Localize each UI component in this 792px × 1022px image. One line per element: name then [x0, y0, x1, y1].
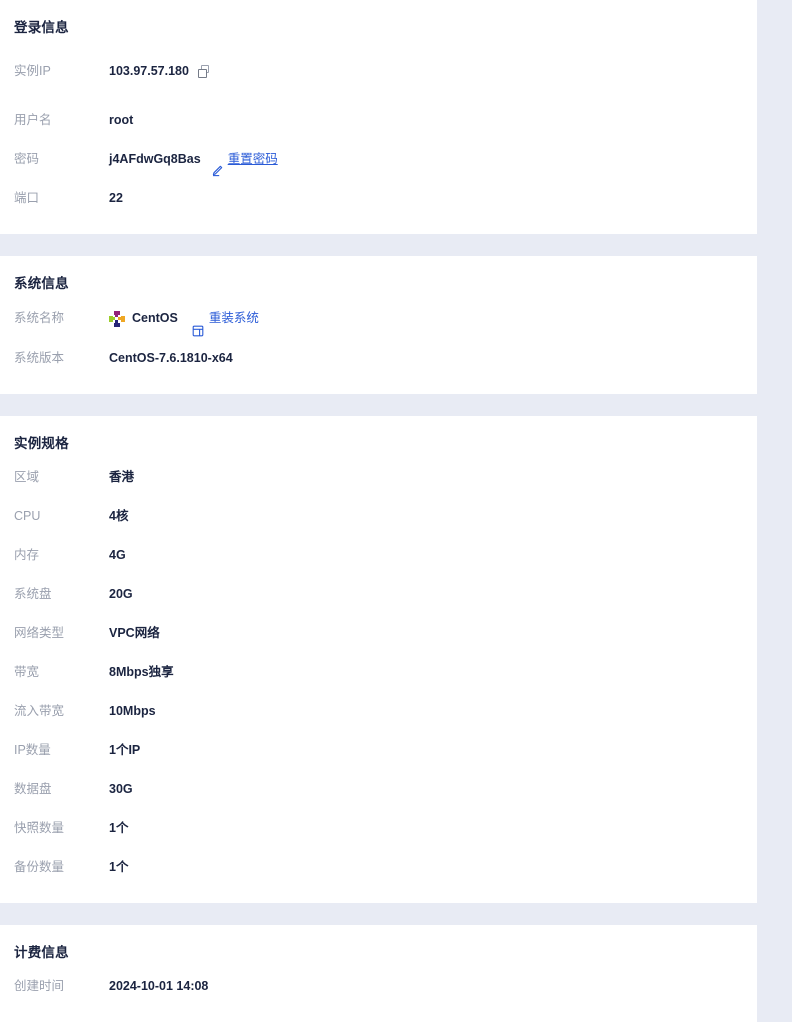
- row-value-text: 1个: [109, 860, 129, 874]
- section-title-billing-info: 计费信息: [14, 945, 69, 960]
- rows-system-info: 系统名称 CentOS 重装系统系统版本 CentOS-7.6.1810-x64: [14, 298, 743, 394]
- detail-row: 系统盘 20G: [14, 575, 743, 614]
- row-value: 20G: [109, 575, 133, 614]
- row-label: 流入带宽: [14, 704, 65, 718]
- section-gap: [0, 903, 792, 925]
- row-label: 网络类型: [14, 626, 65, 640]
- detail-row: 系统版本 CentOS-7.6.1810-x64: [14, 339, 743, 378]
- row-value-text: 10Mbps: [109, 704, 156, 718]
- pencil-icon[interactable]: [211, 154, 223, 176]
- row-label: 快照数量: [14, 821, 65, 835]
- card-billing-info: 计费信息创建时间 2024-10-01 14:08: [0, 925, 757, 1022]
- row-value: 4核: [109, 497, 128, 536]
- row-value-text: j4AFdwGq8Bas: [109, 152, 201, 166]
- section-title-login-info: 登录信息: [14, 20, 69, 35]
- row-label: 创建时间: [14, 979, 65, 993]
- detail-row: 网络类型 VPC网络: [14, 614, 743, 653]
- row-value-text: 2024-10-01 14:08: [109, 979, 209, 993]
- section-title-instance-spec: 实例规格: [14, 436, 69, 451]
- row-value-text: 香港: [109, 470, 135, 484]
- copy-icon[interactable]: [197, 65, 211, 78]
- row-value-text: 1个: [109, 821, 129, 835]
- row-value: 22: [109, 179, 123, 218]
- detail-row: 创建时间 2024-10-01 14:08: [14, 967, 743, 1006]
- detail-row: CPU 4核: [14, 497, 743, 536]
- row-value-text: 4核: [109, 509, 129, 523]
- row-label: 系统版本: [14, 351, 65, 365]
- row-value: 1个: [109, 809, 128, 848]
- row-label: 系统盘: [14, 587, 52, 601]
- row-label: 用户名: [14, 113, 52, 127]
- detail-row: 区域 香港: [14, 458, 743, 497]
- row-label: CPU: [14, 509, 41, 523]
- row-value: 2024-10-01 14:08: [109, 967, 208, 1006]
- rows-instance-spec: 区域 香港 CPU 4核内存 4G 系统盘 20G 网络类型 VPC网络带宽 8Mbps独享流入带…: [14, 458, 743, 903]
- row-value-text: 30G: [109, 782, 133, 796]
- detail-row: 流入带宽 10Mbps: [14, 692, 743, 731]
- detail-row: 实例IP 103.97.57.180: [14, 42, 743, 101]
- row-value-text: 20G: [109, 587, 133, 601]
- row-value-text: 22: [109, 191, 123, 205]
- row-value: 10Mbps: [109, 692, 156, 731]
- centos-logo-icon: [109, 310, 125, 327]
- row-value: VPC网络: [109, 614, 160, 653]
- reinstall-icon[interactable]: [192, 313, 204, 336]
- row-label: 带宽: [14, 665, 40, 679]
- row-value: 1个: [109, 848, 128, 887]
- action-link-reinstall-icon[interactable]: 重装系统: [192, 298, 259, 339]
- row-label: IP数量: [14, 743, 51, 757]
- row-value-text: 8Mbps独享: [109, 665, 174, 679]
- card-instance-spec: 实例规格区域 香港 CPU 4核内存 4G 系统盘 20G 网络类型 VPC网络带宽 8Mbps独…: [0, 416, 757, 903]
- action-link-label[interactable]: 重置密码: [228, 140, 278, 179]
- rows-login-info: 实例IP 103.97.57.180 用户名 root 密码 j4AFdwGq8Bas 重置…: [14, 42, 743, 234]
- row-value-text: 103.97.57.180: [109, 64, 189, 78]
- row-label: 区域: [14, 470, 40, 484]
- row-value: 8Mbps独享: [109, 653, 174, 692]
- row-label: 备份数量: [14, 860, 65, 874]
- detail-row: 带宽 8Mbps独享: [14, 653, 743, 692]
- section-gap: [0, 394, 792, 416]
- row-value: 香港: [109, 458, 134, 497]
- row-value-text: VPC网络: [109, 626, 160, 640]
- section-title-system-info: 系统信息: [14, 276, 69, 291]
- detail-row: 备份数量 1个: [14, 848, 743, 887]
- row-value: 4G: [109, 536, 126, 575]
- detail-row: 数据盘 30G: [14, 770, 743, 809]
- row-label: 实例IP: [14, 64, 51, 78]
- row-value-text: CentOS: [132, 311, 178, 325]
- row-value-text: CentOS-7.6.1810-x64: [109, 351, 233, 365]
- row-label: 内存: [14, 548, 40, 562]
- row-value: root: [109, 101, 133, 140]
- row-label: 密码: [14, 152, 40, 166]
- row-label: 端口: [14, 191, 40, 205]
- row-label: 系统名称: [14, 311, 65, 325]
- detail-row: 用户名 root: [14, 101, 743, 140]
- row-value: j4AFdwGq8Bas 重置密码: [109, 140, 278, 179]
- row-value: CentOS 重装系统: [109, 298, 259, 339]
- detail-row: 内存 4G: [14, 536, 743, 575]
- detail-row: 端口 22: [14, 179, 743, 218]
- card-system-info: 系统信息系统名称 CentOS 重装系统系统版本 CentOS-7.6.1810-x6…: [0, 256, 757, 394]
- rows-billing-info: 创建时间 2024-10-01 14:08: [14, 967, 743, 1022]
- sections-container: 登录信息实例IP 103.97.57.180 用户名 root 密码 j4AFdwGq8B…: [0, 0, 792, 1022]
- detail-row: 快照数量 1个: [14, 809, 743, 848]
- detail-row: IP数量 1个IP: [14, 731, 743, 770]
- row-value: 30G: [109, 770, 133, 809]
- row-value: 103.97.57.180: [109, 42, 211, 101]
- card-login-info: 登录信息实例IP 103.97.57.180 用户名 root 密码 j4AFdwGq8B…: [0, 0, 757, 234]
- row-label: 数据盘: [14, 782, 52, 796]
- row-value-text: 1个IP: [109, 743, 141, 757]
- row-value-text: 4G: [109, 548, 126, 562]
- detail-row: 密码 j4AFdwGq8Bas 重置密码: [14, 140, 743, 179]
- scrollbar-gutter[interactable]: [778, 0, 792, 1016]
- row-value: 1个IP: [109, 731, 140, 770]
- section-gap: [0, 234, 792, 256]
- row-value: CentOS-7.6.1810-x64: [109, 339, 233, 378]
- action-link-label[interactable]: 重装系统: [209, 298, 259, 339]
- instance-detail-page: 登录信息实例IP 103.97.57.180 用户名 root 密码 j4AFdwGq8B…: [0, 0, 792, 1022]
- detail-row: 系统名称 CentOS 重装系统: [14, 298, 743, 339]
- row-value-text: root: [109, 113, 134, 127]
- action-link-pencil-icon[interactable]: 重置密码: [211, 140, 278, 179]
